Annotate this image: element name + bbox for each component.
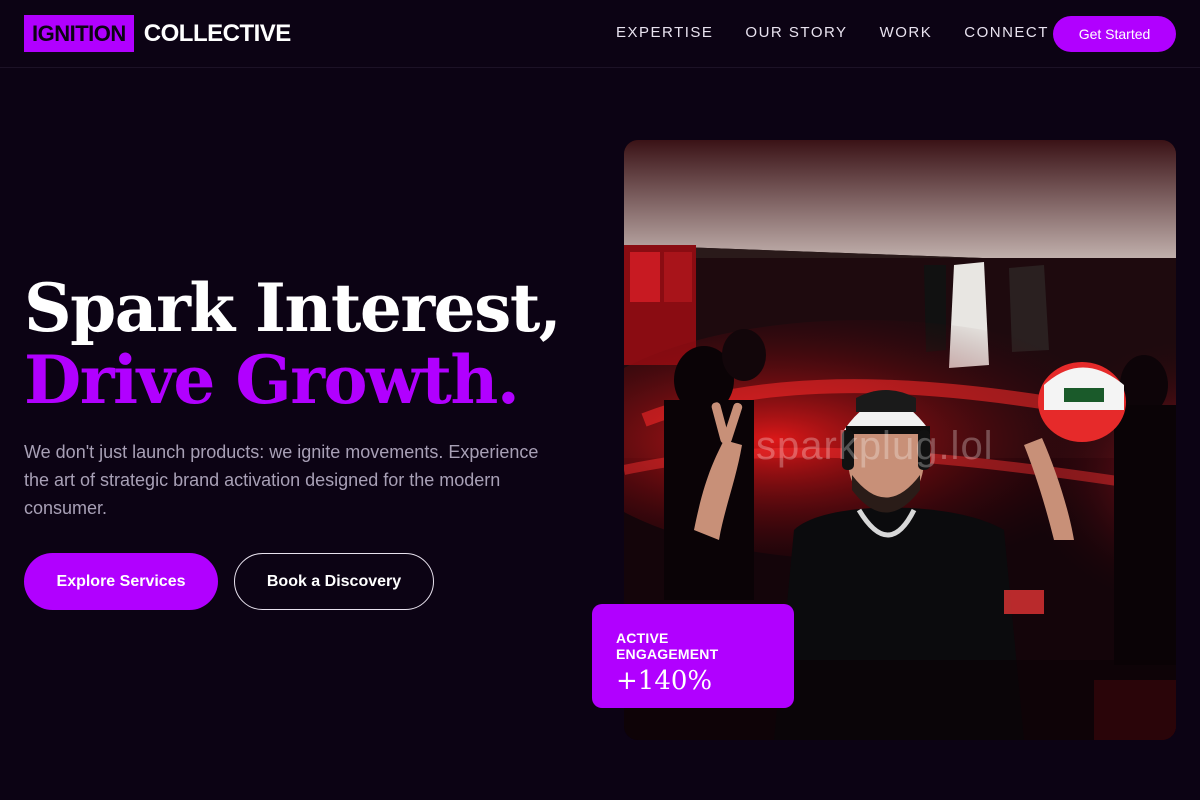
top-nav: IGNITION COLLECTIVE EXPERTISE OUR STORY … [0,0,1200,68]
headline-line-2: Drive Growth. [24,341,520,419]
hero-subtext: We don't just launch products: we ignite… [24,442,539,518]
nav-links: EXPERTISE OUR STORY WORK CONNECT [616,24,1081,41]
get-started-button[interactable]: Get Started [1053,16,1176,52]
nav-link-our-story[interactable]: OUR STORY [745,24,847,41]
hero-headline: Spark Interest, Drive Growth. [24,269,562,419]
photo-watermark: sparkplug.lol [756,424,994,468]
logo-text: COLLECTIVE [143,19,292,47]
logo[interactable]: IGNITION COLLECTIVE [24,15,291,52]
engagement-stat-card: ACTIVE ENGAGEMENT +140% [592,604,794,708]
stat-label: ACTIVE ENGAGEMENT [616,630,719,662]
nav-link-connect[interactable]: CONNECT [964,24,1049,41]
nav-link-work[interactable]: WORK [880,24,933,41]
headline-line-1: Spark Interest, [24,269,562,347]
book-discovery-button[interactable]: Book a Discovery [234,553,434,610]
stat-value: +140% [616,666,713,696]
nav-link-expertise[interactable]: EXPERTISE [616,24,713,41]
explore-services-button[interactable]: Explore Services [24,553,218,610]
logo-box: IGNITION [24,15,134,52]
